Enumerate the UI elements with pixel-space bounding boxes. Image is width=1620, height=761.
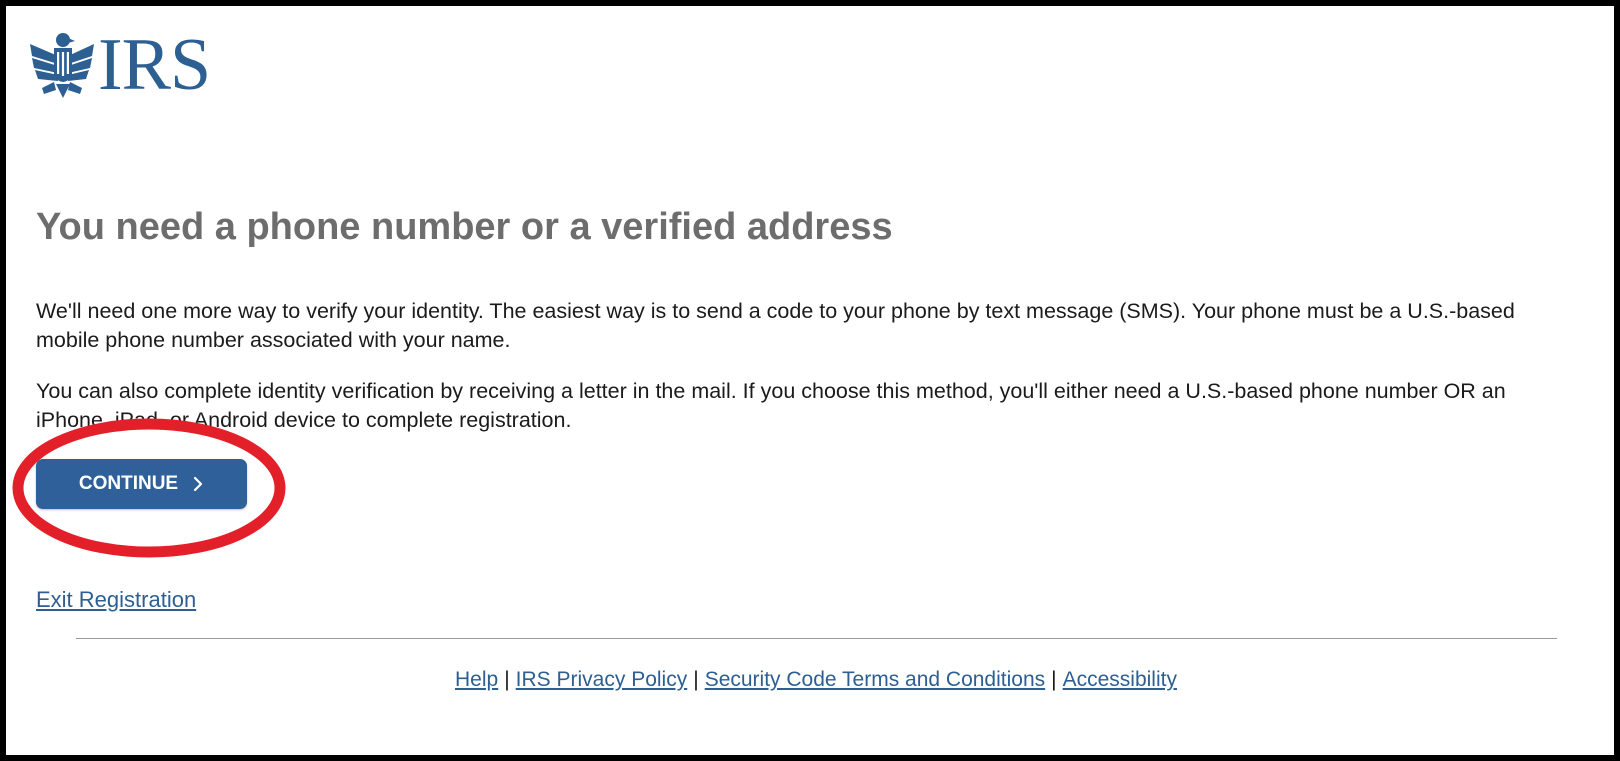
footer-separator: | xyxy=(693,668,699,691)
page-frame: IRS You need a phone number or a verifie… xyxy=(0,0,1620,761)
accessibility-link[interactable]: Accessibility xyxy=(1063,668,1177,691)
exit-registration-link[interactable]: Exit Registration xyxy=(36,586,196,614)
footer-links: Help | IRS Privacy Policy | Security Code Te… xyxy=(6,666,1620,694)
footer-separator: | xyxy=(504,668,510,691)
eagle-emblem-icon xyxy=(30,33,94,98)
chevron-right-icon xyxy=(194,476,203,492)
privacy-policy-link[interactable]: IRS Privacy Policy xyxy=(516,668,688,691)
continue-button-label: CONTINUE xyxy=(78,473,179,494)
help-link[interactable]: Help xyxy=(455,668,498,691)
mail-instructions-text: You can also complete identity verificat… xyxy=(36,379,1506,432)
footer-divider xyxy=(76,638,1557,639)
sms-instructions-text: We'll need one more way to verify your i… xyxy=(36,299,1515,352)
continue-button[interactable]: CONTINUE xyxy=(36,459,247,509)
irs-logo[interactable]: IRS xyxy=(28,24,211,106)
footer-separator: | xyxy=(1051,668,1057,691)
page-title: You need a phone number or a verified ad… xyxy=(36,206,893,248)
irs-wordmark: IRS xyxy=(98,24,211,106)
security-code-terms-link[interactable]: Security Code Terms and Conditions xyxy=(705,668,1045,691)
